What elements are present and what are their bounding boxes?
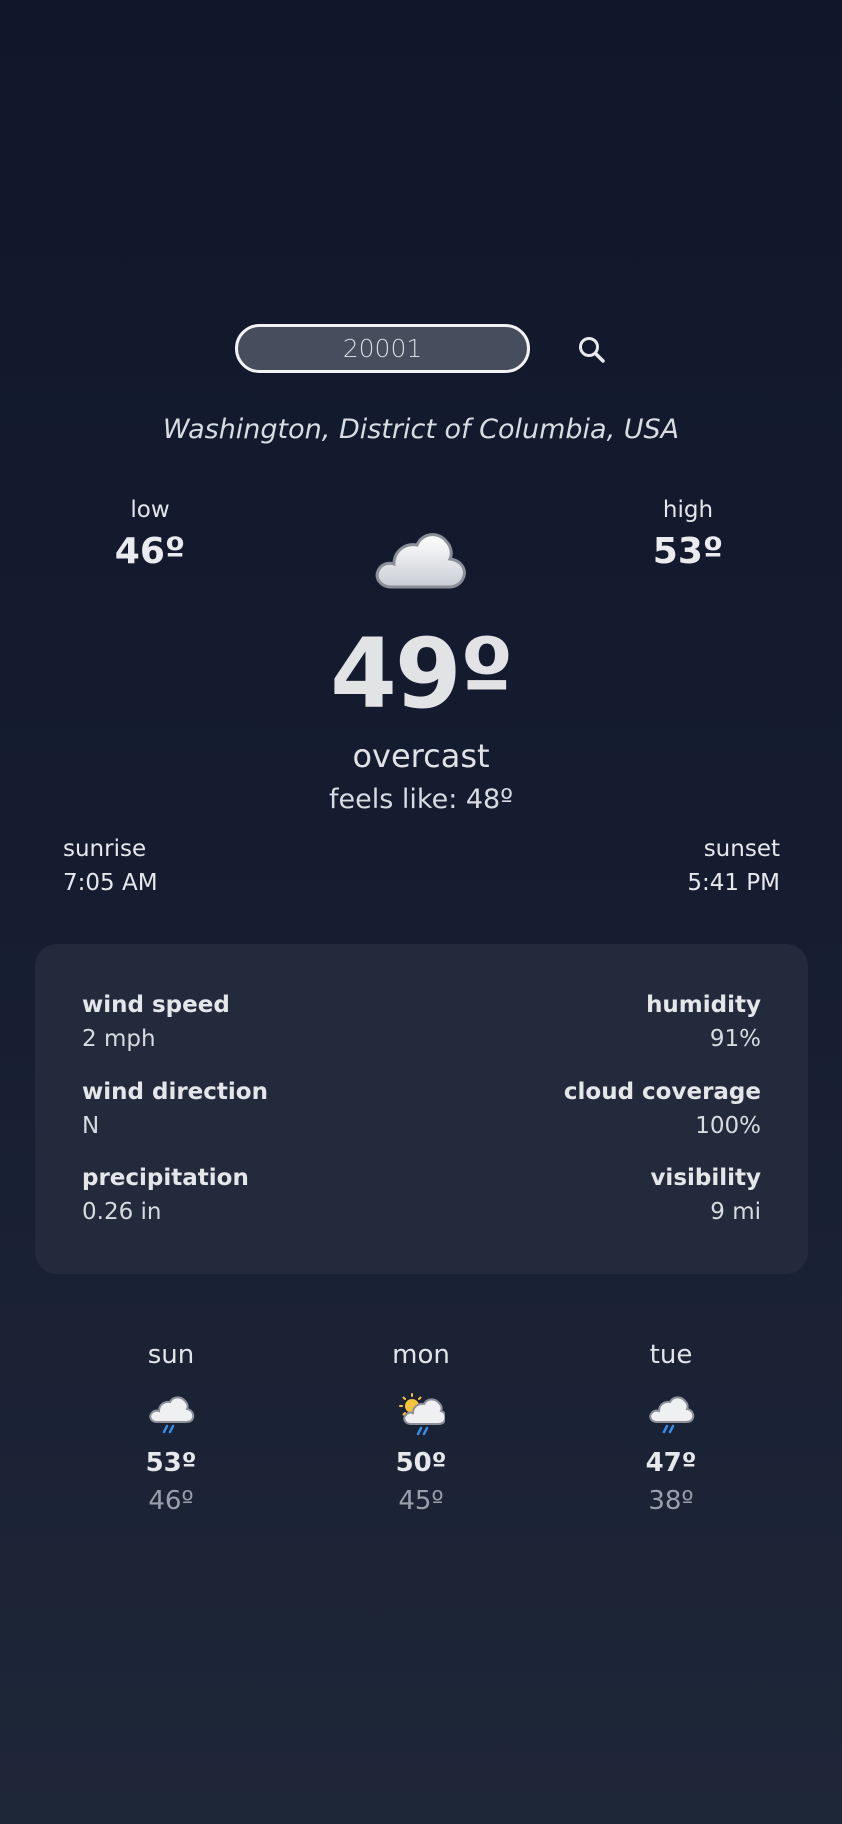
forecast-day: mon 50º 45º <box>351 1340 491 1516</box>
cloud-icon <box>375 533 466 589</box>
current-temperature: 49º <box>330 618 514 730</box>
location-name: Washington, District of Columbia, USA <box>162 414 680 445</box>
forecast-high: 50º <box>395 1448 447 1478</box>
visibility: visibility 9 mi <box>650 1165 761 1225</box>
search-icon <box>579 337 605 363</box>
forecast-high: 53º <box>145 1448 197 1478</box>
high-value: 53º <box>652 531 724 572</box>
forecast-row: sun 53º 46º mon 50º 45º tue 47º 38º <box>0 1340 842 1520</box>
sunrise-block: sunrise 7:05 AM <box>63 836 158 896</box>
humidity: humidity 91% <box>646 992 761 1052</box>
wind-speed-value: 2 mph <box>82 1026 156 1052</box>
cloud-coverage-value: 100% <box>695 1113 761 1139</box>
details-card: wind speed 2 mph humidity 91% wind direc… <box>35 944 808 1274</box>
search-button[interactable] <box>574 332 610 368</box>
forecast-day: tue 47º 38º <box>601 1340 741 1516</box>
forecast-day-name: sun <box>147 1340 195 1370</box>
sunset-time: 5:41 PM <box>687 870 780 896</box>
low-temperature: low 46º <box>110 497 190 572</box>
visibility-label: visibility <box>650 1165 761 1191</box>
visibility-value: 9 mi <box>710 1199 761 1225</box>
wind-direction: wind direction N <box>82 1079 268 1139</box>
high-temperature: high 53º <box>648 497 728 572</box>
low-value: 46º <box>114 531 186 572</box>
precipitation-value: 0.26 in <box>82 1199 162 1225</box>
forecast-low: 38º <box>648 1486 694 1516</box>
sunrise-label: sunrise <box>63 836 147 862</box>
wind-direction-value: N <box>82 1113 100 1139</box>
precipitation-label: precipitation <box>82 1165 249 1191</box>
sun-rain-cloud-icon <box>399 1393 445 1436</box>
sunset-block: sunset 5:41 PM <box>687 836 780 896</box>
low-label: low <box>130 497 170 523</box>
humidity-label: humidity <box>646 992 761 1018</box>
forecast-day-name: tue <box>649 1340 693 1370</box>
cloud-coverage: cloud coverage 100% <box>564 1079 761 1139</box>
feels-like-text: feels like: 48º <box>329 784 513 815</box>
forecast-low: 45º <box>398 1486 444 1516</box>
condition-text: overcast <box>352 737 490 775</box>
wind-speed-label: wind speed <box>82 992 230 1018</box>
humidity-value: 91% <box>709 1026 761 1052</box>
wind-speed: wind speed 2 mph <box>82 992 230 1052</box>
sunset-label: sunset <box>703 836 780 862</box>
rain-cloud-icon <box>649 1396 695 1434</box>
sunrise-time: 7:05 AM <box>63 870 158 896</box>
forecast-low: 46º <box>148 1486 194 1516</box>
cloud-coverage-label: cloud coverage <box>563 1079 761 1105</box>
zip-search-input[interactable] <box>235 324 530 373</box>
forecast-day: sun 53º 46º <box>101 1340 241 1516</box>
forecast-day-name: mon <box>392 1340 450 1370</box>
search-bar <box>0 324 842 373</box>
high-label: high <box>662 497 714 523</box>
forecast-high: 47º <box>645 1448 697 1478</box>
rain-cloud-icon <box>149 1396 195 1434</box>
wind-direction-label: wind direction <box>82 1079 268 1105</box>
precipitation: precipitation 0.26 in <box>82 1165 249 1225</box>
